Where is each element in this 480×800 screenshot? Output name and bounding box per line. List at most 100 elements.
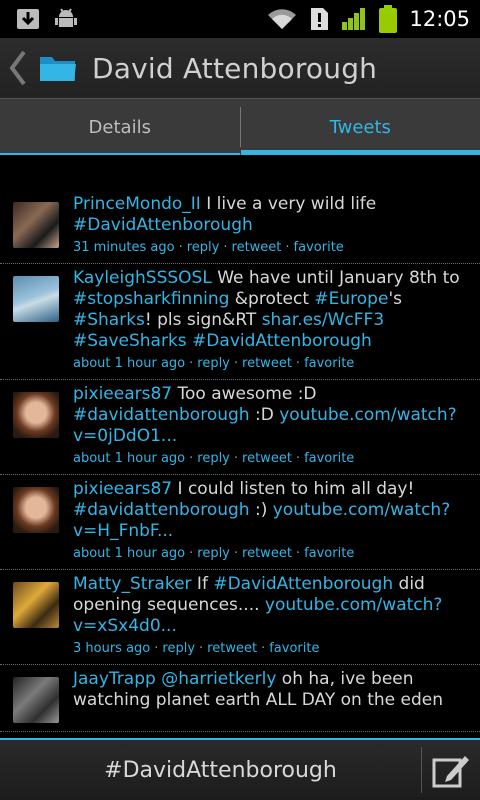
- tweet-item[interactable]: Matty_Straker If #DavidAttenborough did …: [0, 570, 480, 665]
- tweet-timestamp[interactable]: about 1 hour ago: [73, 451, 185, 466]
- separator: ·: [295, 546, 301, 561]
- bottom-bar: #DavidAttenborough: [0, 738, 480, 800]
- reply-button[interactable]: reply: [197, 546, 230, 561]
- tweet-timestamp[interactable]: about 1 hour ago: [73, 356, 185, 371]
- reply-button[interactable]: reply: [162, 641, 195, 656]
- search-query-label[interactable]: #DavidAttenborough: [0, 758, 421, 783]
- tweet-item[interactable]: pixieears87 Too awesome :D #davidattenbo…: [0, 380, 480, 475]
- tweet-item[interactable]: KayleighSSSOSL We have until January 8th…: [0, 264, 480, 380]
- separator: ·: [285, 240, 290, 255]
- tweet-text: JaayTrapp @harrietkerly oh ha, ive been …: [73, 669, 472, 711]
- signal-icon: [341, 7, 367, 31]
- tweet-text-fragment: :): [249, 500, 273, 520]
- separator: ·: [295, 451, 301, 466]
- favorite-button[interactable]: favorite: [294, 240, 344, 255]
- tweet-timestamp[interactable]: about 1 hour ago: [73, 546, 185, 561]
- separator: ·: [199, 641, 204, 656]
- android-debug-icon: [54, 7, 78, 31]
- avatar[interactable]: [13, 677, 59, 723]
- tweet-link[interactable]: #SaveSharks: [73, 331, 187, 351]
- separator: ·: [223, 240, 228, 255]
- tweet-meta: about 1 hour ago · reply · retweet · favorite: [73, 451, 472, 466]
- tab-details[interactable]: Details: [0, 99, 240, 155]
- wifi-icon: [267, 7, 297, 31]
- reply-button[interactable]: reply: [197, 356, 230, 371]
- avatar[interactable]: [13, 487, 59, 533]
- tab-tweets[interactable]: Tweets: [240, 99, 480, 155]
- tweet-list[interactable]: PrinceMondo_II I live a very wild life #…: [0, 190, 480, 738]
- tweet-text: pixieears87 Too awesome :D #davidattenbo…: [73, 384, 472, 447]
- folder-icon[interactable]: [38, 53, 78, 83]
- favorite-button[interactable]: favorite: [304, 546, 354, 561]
- tweet-text-fragment: 's: [388, 289, 402, 309]
- tweet-text-fragment: If: [191, 574, 214, 594]
- alert-icon: [309, 7, 329, 31]
- action-bar: David Attenborough: [0, 38, 480, 98]
- avatar[interactable]: [13, 582, 59, 628]
- clock: 12:05: [409, 7, 470, 31]
- avatar[interactable]: [13, 276, 59, 322]
- tweet-text: KayleighSSSOSL We have until January 8th…: [73, 268, 472, 352]
- tweet-link[interactable]: #Europe: [314, 289, 388, 309]
- retweet-button[interactable]: retweet: [242, 546, 292, 561]
- tweet-username[interactable]: JaayTrapp: [73, 669, 156, 689]
- tweet-link[interactable]: #DavidAttenborough: [192, 331, 372, 351]
- tweet-meta: 3 hours ago · reply · retweet · favorite: [73, 641, 472, 656]
- retweet-button[interactable]: retweet: [242, 356, 292, 371]
- tweet-username[interactable]: pixieears87: [73, 384, 172, 404]
- tweet-text-fragment: Too awesome :D: [172, 384, 317, 404]
- tweet-text-fragment: I could listen to him all day!: [172, 479, 415, 499]
- tweet-username[interactable]: PrinceMondo_II: [73, 194, 201, 214]
- retweet-button[interactable]: retweet: [242, 451, 292, 466]
- separator: ·: [154, 641, 159, 656]
- tweet-item[interactable]: PrinceMondo_II I live a very wild life #…: [0, 190, 480, 264]
- separator: ·: [178, 240, 183, 255]
- tweet-text-fragment: We have until January 8th to: [211, 268, 460, 288]
- tweet-text-fragment: :D: [249, 405, 280, 425]
- separator: ·: [189, 546, 194, 561]
- retweet-button[interactable]: retweet: [207, 641, 257, 656]
- tweet-link[interactable]: #davidattenborough: [73, 405, 250, 425]
- separator: ·: [295, 356, 301, 371]
- compose-icon[interactable]: [422, 741, 480, 799]
- favorite-button[interactable]: favorite: [304, 356, 354, 371]
- avatar[interactable]: [13, 392, 59, 438]
- reply-button[interactable]: reply: [187, 240, 220, 255]
- tab-bar: Details Tweets: [0, 98, 480, 155]
- tweet-text-fragment: &protect: [229, 289, 315, 309]
- tweet-timestamp[interactable]: 3 hours ago: [73, 641, 150, 656]
- retweet-button[interactable]: retweet: [232, 240, 282, 255]
- tweet-link[interactable]: #Sharks: [73, 310, 145, 330]
- separator: ·: [233, 546, 239, 561]
- favorite-button[interactable]: favorite: [269, 641, 319, 656]
- tweet-link[interactable]: shar.es/WcFF3: [262, 310, 384, 330]
- tweet-text: Matty_Straker If #DavidAttenborough did …: [73, 574, 472, 637]
- tweet-username[interactable]: pixieears87: [73, 479, 172, 499]
- download-icon: [16, 8, 40, 30]
- tweet-link[interactable]: #DavidAttenborough: [73, 215, 253, 235]
- tweet-meta: 31 minutes ago · reply · retweet · favorite: [73, 240, 472, 255]
- tweet-timestamp[interactable]: 31 minutes ago: [73, 240, 175, 255]
- favorite-button[interactable]: favorite: [304, 451, 354, 466]
- separator: ·: [233, 451, 239, 466]
- tweet-link[interactable]: #stopsharkfinning: [73, 289, 229, 309]
- chevron-left-icon[interactable]: [4, 38, 30, 98]
- tweet-item[interactable]: pixieears87 I could listen to him all da…: [0, 475, 480, 570]
- avatar[interactable]: [13, 202, 59, 248]
- tweet-link[interactable]: #davidattenborough: [73, 500, 250, 520]
- tweet-link[interactable]: @harrietkerly: [161, 669, 276, 689]
- separator: ·: [189, 356, 194, 371]
- tweet-text: pixieears87 I could listen to him all da…: [73, 479, 472, 542]
- page-title: David Attenborough: [92, 51, 378, 85]
- separator: ·: [261, 641, 266, 656]
- tweet-item[interactable]: JaayTrapp @harrietkerly oh ha, ive been …: [0, 665, 480, 732]
- reply-button[interactable]: reply: [197, 451, 230, 466]
- tweet-text: PrinceMondo_II I live a very wild life #…: [73, 194, 472, 236]
- tweet-text-fragment: I live a very wild life: [200, 194, 377, 214]
- tweet-username[interactable]: KayleighSSSOSL: [73, 268, 212, 288]
- separator: ·: [233, 356, 239, 371]
- tweet-username[interactable]: Matty_Straker: [73, 574, 192, 594]
- tweet-link[interactable]: #DavidAttenborough: [213, 574, 393, 594]
- status-bar: 12:05: [0, 0, 480, 38]
- tweet-meta: about 1 hour ago · reply · retweet · favorite: [73, 356, 472, 371]
